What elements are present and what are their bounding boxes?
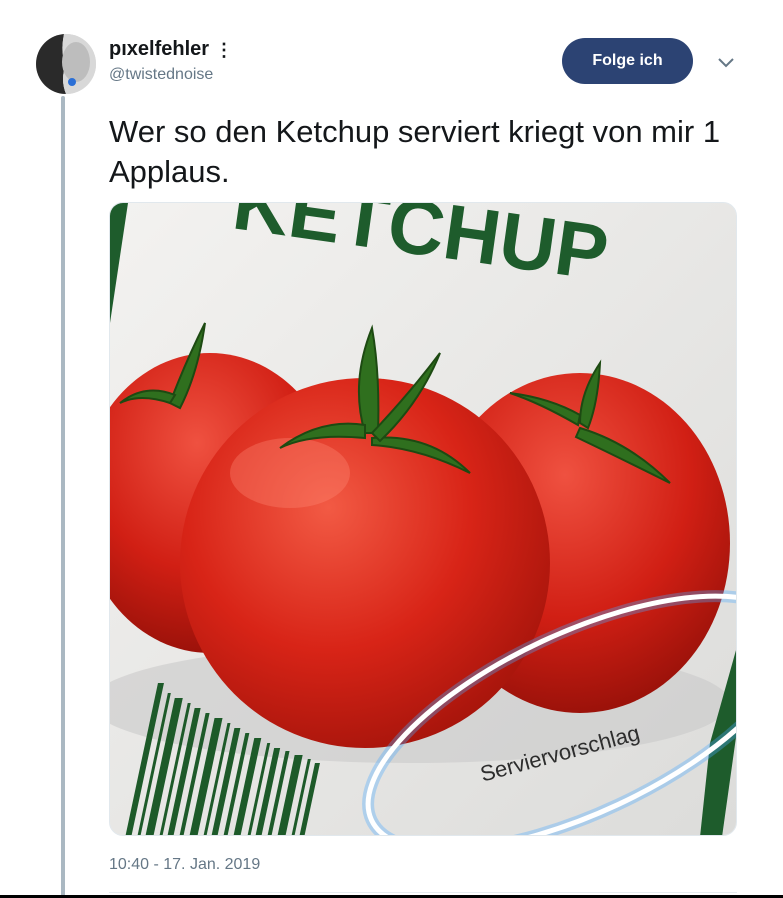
- kebab-icon: ⋮: [215, 39, 234, 60]
- avatar-image: [36, 34, 96, 94]
- divider: [109, 892, 737, 893]
- follow-button[interactable]: Folge ich: [562, 38, 693, 84]
- tweet-media[interactable]: KETCHUP Serviervorschlag: [109, 202, 737, 836]
- tweet-text: Wer so den Ketchup serviert kriegt von m…: [109, 114, 721, 189]
- chevron-down-icon[interactable]: [715, 52, 737, 74]
- tweet-timestamp[interactable]: 10:40 - 17. Jan. 2019: [109, 856, 260, 874]
- ketchup-photo: KETCHUP Serviervorschlag: [110, 203, 736, 835]
- author-display-name[interactable]: pıxelfehler ⋮: [109, 38, 233, 61]
- author-handle[interactable]: @twistednoise: [109, 66, 213, 84]
- thread-line: [61, 96, 65, 898]
- avatar[interactable]: [36, 34, 96, 94]
- display-name-text[interactable]: pıxelfehler: [109, 38, 209, 61]
